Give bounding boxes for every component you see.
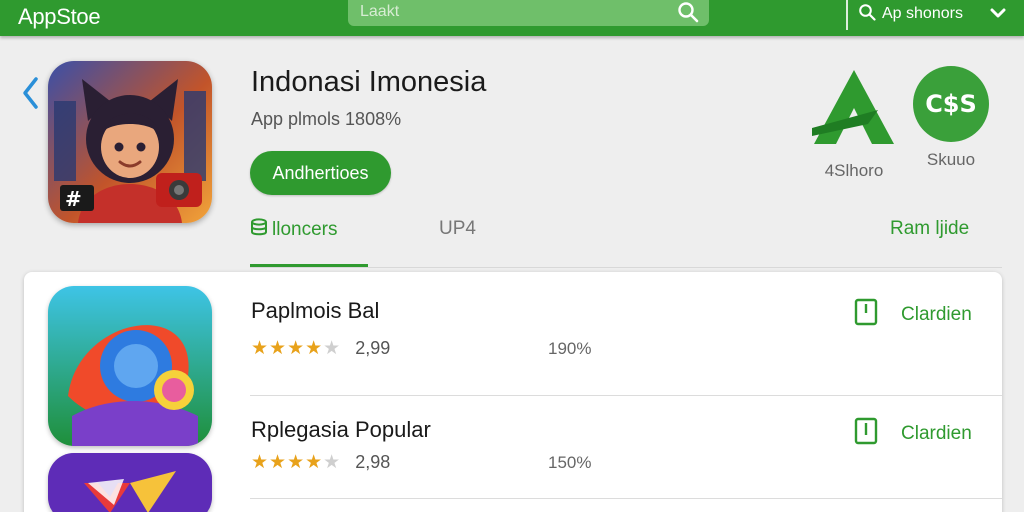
chevron-down-icon[interactable] [990, 6, 1006, 24]
list-item-rating: ★★★★★ 2,98 [251, 451, 390, 473]
app-subtitle: App plmols 1808% [251, 109, 402, 129]
install-button[interactable]: Andhertioes [250, 151, 391, 195]
list-item-action-button[interactable]: Clardien [853, 417, 972, 451]
tab-third[interactable]: Ram ljide [890, 218, 969, 240]
topbar-divider [846, 0, 848, 30]
rating-value: 2,99 [355, 337, 391, 358]
list-item-percent: 190% [548, 339, 592, 358]
app-store-logo[interactable]: AppStoe [18, 4, 101, 30]
page-title: Indonasi Imonesia [251, 66, 487, 98]
search-icon [858, 3, 876, 26]
stat-label: 4Slhoro [824, 161, 884, 180]
list-item-title[interactable]: Rplegasia Popular [251, 417, 431, 443]
row-divider [250, 395, 1002, 396]
search-icon[interactable] [677, 1, 699, 28]
download-icon [853, 417, 879, 451]
list-item-rating: ★★★★★ 2,99 [251, 337, 390, 359]
app-icon-hero: # [48, 61, 212, 223]
search-box[interactable] [348, 0, 709, 26]
database-icon [250, 218, 268, 242]
top-search-label: Ap shonors [882, 5, 963, 22]
tab-second[interactable]: UP4 [439, 218, 476, 240]
top-bar: AppStoe Ap shonors [0, 0, 1024, 36]
star-rating-icon: ★★★★★ [251, 337, 342, 359]
action-label: Clardien [901, 423, 972, 444]
stat-size[interactable]: C$S Skuuo [910, 66, 992, 170]
tab-divider [250, 267, 1002, 268]
stat-rating[interactable]: 4Slhoro [808, 66, 900, 181]
list-item-title[interactable]: Paplmois Bal [251, 298, 379, 324]
rating-value: 2,98 [355, 451, 391, 472]
download-icon [853, 298, 879, 332]
app-icon-row-2[interactable] [48, 453, 212, 512]
back-chevron-icon[interactable] [20, 76, 42, 115]
list-item-percent: 150% [548, 453, 592, 472]
a-logo-icon [808, 70, 900, 152]
chat-badge-icon: C$S [913, 66, 989, 142]
stat-label: Skuuo [926, 150, 976, 169]
list-item-action-button[interactable]: Clardien [853, 298, 972, 332]
star-rating-icon: ★★★★★ [251, 451, 342, 473]
tab-label: lloncers [272, 219, 338, 240]
svg-text:#: # [65, 187, 82, 211]
action-label: Clardien [901, 304, 972, 325]
row-divider [250, 498, 1002, 499]
top-search-button[interactable]: Ap shonors [858, 3, 963, 25]
app-icon-row-1[interactable] [48, 286, 212, 446]
tab-first[interactable]: lloncers [250, 218, 337, 242]
search-input[interactable] [360, 2, 660, 22]
